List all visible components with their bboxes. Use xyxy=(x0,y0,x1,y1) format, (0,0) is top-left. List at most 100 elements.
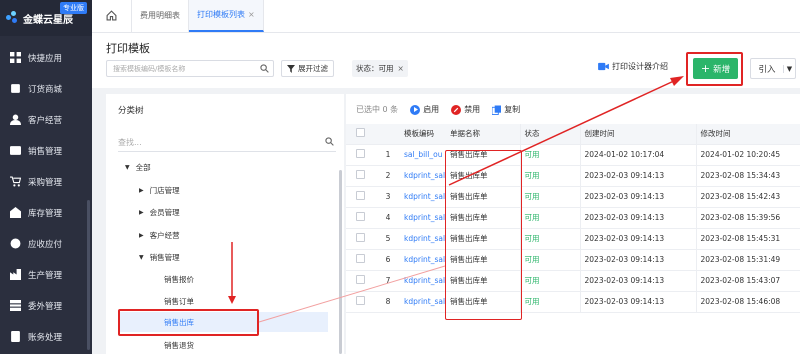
expand-filter-button[interactable]: 展开过滤 xyxy=(281,60,334,77)
tree-search-input[interactable]: 查找... xyxy=(118,132,336,152)
copy-button[interactable]: 复制 xyxy=(492,104,520,115)
template-code[interactable]: sal_bill_ou xyxy=(400,144,446,166)
template-table: 模板编码 单据名称 状态 创建时间 修改时间 1 sal_bill_ou 销售出… xyxy=(346,124,800,313)
row-checkbox[interactable] xyxy=(346,207,376,229)
import-button[interactable]: 引入 ▼ xyxy=(750,58,796,79)
template-code[interactable]: kdprint_sal xyxy=(400,207,446,229)
status-text: 可用 xyxy=(519,291,580,313)
sidebar-item-sales[interactable]: 销售管理 xyxy=(0,135,92,166)
grid-icon xyxy=(10,52,21,63)
table-row[interactable]: 3 kdprint_sal 销售出库单 可用 2023-02-03 09:14:… xyxy=(346,186,800,208)
sidebar-item-outsourcing[interactable]: 委外管理 xyxy=(0,290,92,321)
annotation-box-sales-outbound xyxy=(118,309,259,336)
table-row[interactable]: 4 kdprint_sal 销售出库单 可用 2023-02-03 09:14:… xyxy=(346,207,800,229)
import-label: 引入 xyxy=(758,64,776,75)
tree-node-label: 销售退货 xyxy=(164,341,194,350)
chevron-down-icon[interactable]: ▼ xyxy=(783,64,795,73)
column-header-status[interactable]: 状态 xyxy=(519,124,580,145)
caret-down-icon[interactable]: ▼ xyxy=(139,254,144,261)
sidebar-item-production[interactable]: 生产管理 xyxy=(0,259,92,290)
column-header-code[interactable]: 模板编码 xyxy=(400,124,446,145)
row-checkbox[interactable] xyxy=(346,165,376,187)
modified-time: 2023-02-08 15:46:08 xyxy=(695,291,800,313)
table-toolbar: 已选中 0 条 启用 禁用 复制 xyxy=(356,104,532,115)
column-header-created[interactable]: 创建时间 xyxy=(579,124,696,145)
caret-right-icon[interactable]: ▶ xyxy=(139,187,144,194)
row-checkbox[interactable] xyxy=(346,144,376,166)
table-row[interactable]: 7 kdprint_sal 销售出库单 可用 2023-02-03 09:14:… xyxy=(346,270,800,292)
template-code[interactable]: kdprint_sal xyxy=(400,228,446,250)
tree-node-label: 会员管理 xyxy=(149,208,180,217)
sidebar-item-label: 订货商城 xyxy=(28,84,63,95)
row-checkbox[interactable] xyxy=(346,270,376,292)
brand-logo[interactable]: 金蝶云星辰 专业版 xyxy=(0,0,92,36)
sidebar-item-ledger[interactable]: 账务处理 xyxy=(0,321,92,352)
template-code[interactable]: kdprint_sal xyxy=(400,270,446,292)
template-code[interactable]: kdprint_sal xyxy=(400,291,446,313)
template-code[interactable]: kdprint_sal xyxy=(400,186,446,208)
table-row[interactable]: 1 sal_bill_ou 销售出库单 可用 2024-01-02 10:17:… xyxy=(346,144,800,166)
column-header-name[interactable]: 单据名称 xyxy=(446,124,520,145)
home-tab[interactable] xyxy=(92,0,132,32)
close-icon[interactable]: × xyxy=(398,64,404,73)
caret-right-icon[interactable]: ▶ xyxy=(139,209,144,216)
tree-node-sales-order[interactable]: 销售订单 xyxy=(164,296,194,307)
status-text: 可用 xyxy=(519,270,580,292)
tree-node-customer[interactable]: ▶ 客户经营 xyxy=(139,230,180,241)
tree-scrollbar[interactable] xyxy=(339,170,342,354)
table-row[interactable]: 5 kdprint_sal 销售出库单 可用 2023-02-03 09:14:… xyxy=(346,228,800,250)
tab-expense-detail[interactable]: 费用明细表 xyxy=(132,0,189,32)
row-index: 7 xyxy=(376,270,400,292)
column-header-modified[interactable]: 修改时间 xyxy=(695,124,800,145)
modified-time: 2023-02-08 15:39:56 xyxy=(695,207,800,229)
template-code[interactable]: kdprint_sal xyxy=(400,165,446,187)
sales-icon xyxy=(10,145,21,156)
tree-title: 分类树 xyxy=(118,106,144,116)
sidebar-item-customer[interactable]: 客户经营 xyxy=(0,104,92,135)
close-icon[interactable]: × xyxy=(248,10,255,19)
status-filter-chip[interactable]: 状态：可用 × xyxy=(352,60,408,77)
row-index: 1 xyxy=(376,144,400,166)
created-time: 2023-02-03 09:14:13 xyxy=(579,270,696,292)
sidebar-item-receivables[interactable]: 应收应付 xyxy=(0,228,92,259)
tree-node-all[interactable]: ▼ 全部 xyxy=(125,162,151,173)
search-input[interactable]: 搜索模板编码/模板名称 xyxy=(106,60,274,77)
sidebar-item-order-mall[interactable]: 订货商城 xyxy=(0,73,92,104)
row-checkbox[interactable] xyxy=(346,249,376,271)
annotation-box-new xyxy=(686,52,743,86)
sidebar-scrollbar[interactable] xyxy=(87,200,90,350)
caret-right-icon[interactable]: ▶ xyxy=(139,232,144,239)
row-checkbox[interactable] xyxy=(346,291,376,313)
caret-down-icon[interactable]: ▼ xyxy=(125,164,130,171)
tree-node-sales[interactable]: ▼ 销售管理 xyxy=(139,252,180,263)
disable-button[interactable]: 禁用 xyxy=(451,104,480,115)
table-row[interactable]: 2 kdprint_sal 销售出库单 可用 2023-02-03 09:14:… xyxy=(346,165,800,187)
modified-time: 2023-02-08 15:42:43 xyxy=(695,186,800,208)
row-checkbox[interactable] xyxy=(346,186,376,208)
sidebar-item-quick-apps[interactable]: 快捷应用 xyxy=(0,42,92,73)
tree-node-store[interactable]: ▶ 门店管理 xyxy=(139,185,180,196)
search-icon[interactable] xyxy=(260,64,269,73)
tree-node-sales-quote[interactable]: 销售报价 xyxy=(164,274,194,285)
status-text: 可用 xyxy=(519,165,580,187)
template-code[interactable]: kdprint_sal xyxy=(400,249,446,271)
select-all-checkbox[interactable] xyxy=(346,124,376,145)
search-icon[interactable] xyxy=(325,137,334,146)
designer-intro-link[interactable]: 打印设计器介绍 xyxy=(598,61,668,72)
sidebar-item-label: 生产管理 xyxy=(28,270,63,281)
tab-label: 费用明细表 xyxy=(140,11,180,20)
created-time: 2023-02-03 09:14:13 xyxy=(579,291,696,313)
row-checkbox[interactable] xyxy=(346,228,376,250)
table-row[interactable]: 8 kdprint_sal 销售出库单 可用 2023-02-03 09:14:… xyxy=(346,291,800,313)
sidebar-item-purchase[interactable]: 采购管理 xyxy=(0,166,92,197)
enable-button[interactable]: 启用 xyxy=(410,104,439,115)
modified-time: 2023-02-08 15:34:43 xyxy=(695,165,800,187)
sidebar-item-inventory[interactable]: 库存管理 xyxy=(0,197,92,228)
table-row[interactable]: 6 kdprint_sal 销售出库单 可用 2023-02-03 09:14:… xyxy=(346,249,800,271)
tab-print-template-list[interactable]: 打印模板列表 × xyxy=(189,0,264,32)
copy-label: 复制 xyxy=(504,105,521,114)
warehouse-icon xyxy=(10,207,21,218)
tree-node-sales-return[interactable]: 销售退货 xyxy=(164,340,194,351)
filter-label: 展开过滤 xyxy=(298,64,328,73)
tree-node-member[interactable]: ▶ 会员管理 xyxy=(139,207,180,218)
